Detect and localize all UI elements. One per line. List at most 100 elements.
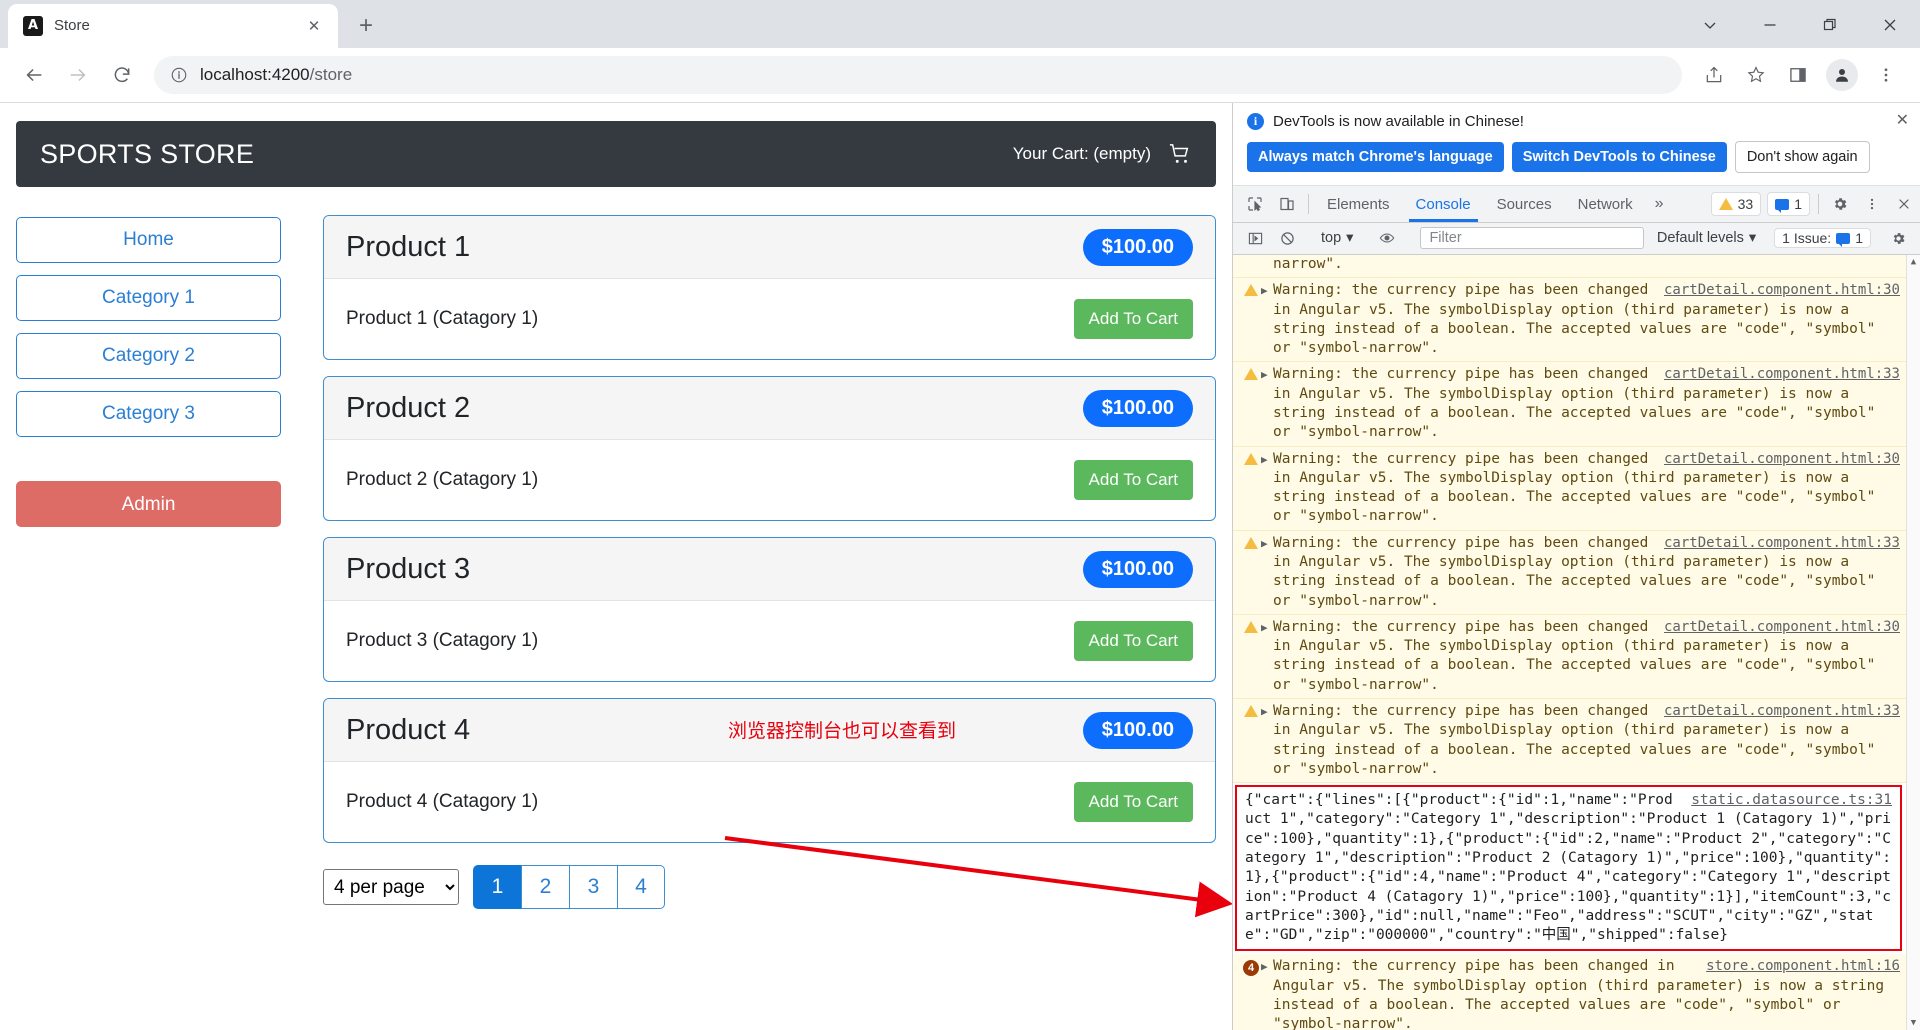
- star-icon[interactable]: [1736, 55, 1776, 95]
- console-filter-input[interactable]: Filter: [1420, 227, 1644, 250]
- pagination: 1 2 3 4: [473, 865, 665, 910]
- pagination-page-2[interactable]: 2: [521, 865, 569, 910]
- product-card-body: Product 3 (Catagory 1) Add To Cart: [324, 601, 1215, 681]
- expand-arrow-icon[interactable]: ▶: [1261, 281, 1273, 297]
- issues-badge[interactable]: 1 Issue: 1: [1774, 228, 1871, 249]
- tab-elements[interactable]: Elements: [1314, 186, 1403, 221]
- browser-toolbar: localhost:4200/store: [0, 47, 1920, 104]
- product-title: Product 2: [346, 391, 471, 424]
- warning-triangle-icon: [1241, 365, 1261, 381]
- warning-triangle-icon: [1241, 450, 1261, 465]
- source-link[interactable]: static.datasource.ts:31: [1691, 791, 1892, 810]
- close-icon[interactable]: ✕: [1896, 113, 1909, 129]
- console-sidebar-icon[interactable]: [1239, 231, 1271, 246]
- chevron-down-icon[interactable]: [1680, 0, 1740, 50]
- add-to-cart-button[interactable]: Add To Cart: [1073, 460, 1193, 501]
- scroll-up-arrow-icon[interactable]: ▲: [1911, 257, 1916, 267]
- product-title: Product 4: [346, 713, 471, 746]
- tab-console[interactable]: Console: [1403, 186, 1484, 222]
- console-message-error[interactable]: 4 ▶ store.component.html:16 Warning: the …: [1233, 954, 1906, 1030]
- sidebar-item-home[interactable]: Home: [16, 217, 281, 264]
- expand-arrow-icon[interactable]: ▶: [1261, 365, 1273, 381]
- source-link[interactable]: cartDetail.component.html:33: [1664, 702, 1900, 721]
- product-card-header: Product 3 $100.00: [324, 538, 1215, 602]
- expand-arrow-icon[interactable]: ▶: [1261, 957, 1273, 973]
- log-levels-select[interactable]: Default levels ▾: [1650, 230, 1763, 246]
- product-card-header: Product 4 浏览器控制台也可以查看到 $100.00: [324, 699, 1215, 763]
- add-to-cart-button[interactable]: Add To Cart: [1073, 299, 1193, 340]
- scroll-down-arrow-icon[interactable]: ▼: [1911, 1018, 1916, 1028]
- web-page-content: SPORTS STORE Your Cart: (empty) Home Cat…: [0, 103, 1232, 1030]
- new-tab-button[interactable]: +: [348, 8, 384, 44]
- restore-icon[interactable]: [1800, 0, 1860, 50]
- dont-show-again-button[interactable]: Don't show again: [1734, 141, 1870, 174]
- warning-triangle-icon: [1241, 281, 1261, 297]
- pagination-page-4[interactable]: 4: [617, 865, 665, 910]
- expand-arrow-icon[interactable]: ▶: [1261, 702, 1273, 718]
- forward-arrow-icon[interactable]: [58, 55, 98, 95]
- product-card: Product 1 $100.00 Product 1 (Catagory 1)…: [323, 215, 1216, 361]
- source-link[interactable]: cartDetail.component.html:33: [1664, 365, 1900, 384]
- warning-triangle-icon: [1241, 618, 1261, 633]
- console-message-warning[interactable]: ▶ cartDetail.component.html:30 Warning: t…: [1233, 278, 1906, 363]
- share-icon[interactable]: [1694, 55, 1734, 95]
- add-to-cart-button[interactable]: Add To Cart: [1073, 621, 1193, 662]
- pagination-page-3[interactable]: 3: [569, 865, 617, 910]
- sidepanel-icon[interactable]: [1778, 55, 1818, 95]
- cart-summary[interactable]: Your Cart: (empty): [1013, 143, 1192, 165]
- expand-arrow-icon[interactable]: ▶: [1261, 618, 1273, 634]
- console-output[interactable]: narrow". ▶ cartDetail.component.html:30 W…: [1233, 255, 1920, 1030]
- source-link[interactable]: cartDetail.component.html:30: [1664, 281, 1900, 300]
- source-link[interactable]: cartDetail.component.html:30: [1664, 450, 1900, 469]
- back-arrow-icon[interactable]: [14, 55, 54, 95]
- device-toolbar-icon[interactable]: [1271, 186, 1303, 221]
- console-message-warning[interactable]: ▶ cartDetail.component.html:30 Warning: t…: [1233, 614, 1906, 699]
- tab-strip: A Store ✕ +: [0, 0, 1920, 48]
- sidebar-item-category-3[interactable]: Category 3: [16, 391, 281, 438]
- expand-arrow-icon[interactable]: ▶: [1261, 534, 1273, 550]
- inspect-element-icon[interactable]: [1239, 186, 1271, 221]
- info-circle-icon[interactable]: [170, 66, 188, 84]
- per-page-select[interactable]: 4 per page 8 per page 12 per page: [323, 869, 459, 906]
- switch-devtools-language-button[interactable]: Switch DevTools to Chinese: [1511, 142, 1727, 173]
- expand-arrow-icon[interactable]: ▶: [1261, 450, 1273, 466]
- console-scrollbar[interactable]: ▲ ▼: [1906, 255, 1920, 1030]
- source-link[interactable]: store.component.html:16: [1706, 957, 1900, 976]
- console-message-warning[interactable]: ▶ cartDetail.component.html:33 Warning: t…: [1233, 530, 1906, 615]
- live-expression-icon[interactable]: [1371, 230, 1403, 246]
- tab-sources[interactable]: Sources: [1484, 186, 1565, 221]
- double-chevron-right-icon[interactable]: »: [1646, 186, 1673, 221]
- more-menu-icon[interactable]: [1866, 55, 1906, 95]
- console-settings-gear-icon[interactable]: [1882, 231, 1914, 246]
- console-message-warning[interactable]: ▶ cartDetail.component.html:33 Warning: t…: [1233, 362, 1906, 447]
- profile-avatar-icon[interactable]: [1826, 59, 1858, 92]
- warning-count-badge[interactable]: 33: [1710, 192, 1762, 216]
- console-json-output[interactable]: static.datasource.ts:31 {"cart":{"lines":…: [1235, 785, 1902, 952]
- close-icon[interactable]: [1860, 0, 1920, 50]
- source-link[interactable]: cartDetail.component.html:30: [1664, 618, 1900, 637]
- tab-network[interactable]: Network: [1565, 186, 1646, 221]
- shopping-cart-icon[interactable]: [1168, 143, 1192, 165]
- console-message-warning[interactable]: ▶ cartDetail.component.html:30 Warning: t…: [1233, 446, 1906, 531]
- pagination-page-1[interactable]: 1: [473, 865, 521, 910]
- minimize-icon[interactable]: [1740, 0, 1800, 50]
- product-card-body: Product 4 (Catagory 1) Add To Cart: [324, 762, 1215, 842]
- close-devtools-icon[interactable]: [1888, 186, 1920, 221]
- message-count-badge[interactable]: 1: [1767, 192, 1810, 216]
- settings-gear-icon[interactable]: [1824, 186, 1856, 221]
- reload-icon[interactable]: [102, 55, 142, 95]
- sidebar-item-category-1[interactable]: Category 1: [16, 275, 281, 322]
- browser-tab-store[interactable]: A Store ✕: [8, 3, 338, 48]
- source-link[interactable]: cartDetail.component.html:33: [1664, 534, 1900, 553]
- sidebar-item-category-2[interactable]: Category 2: [16, 333, 281, 380]
- more-vertical-icon[interactable]: [1856, 186, 1888, 221]
- console-message-warning[interactable]: ▶ cartDetail.component.html:33 Warning: t…: [1233, 698, 1906, 784]
- clear-console-icon[interactable]: [1271, 231, 1303, 246]
- admin-button[interactable]: Admin: [16, 481, 281, 528]
- execution-context-select[interactable]: top ▾: [1314, 230, 1360, 246]
- always-match-language-button[interactable]: Always match Chrome's language: [1247, 142, 1504, 173]
- add-to-cart-button[interactable]: Add To Cart: [1073, 782, 1193, 823]
- product-description: Product 2 (Catagory 1): [346, 469, 539, 491]
- close-icon[interactable]: ✕: [303, 15, 325, 37]
- address-bar[interactable]: localhost:4200/store: [154, 56, 1682, 95]
